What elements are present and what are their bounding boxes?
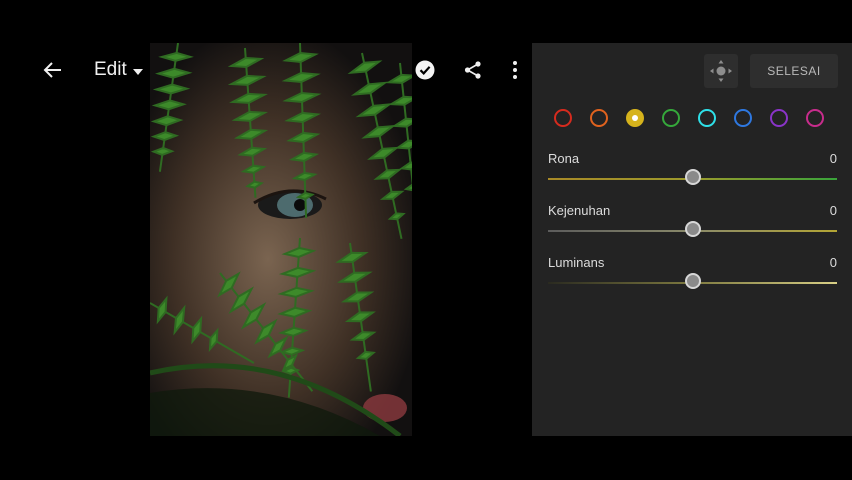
color-swatch-red[interactable] [554, 109, 572, 127]
more-vertical-icon [513, 61, 517, 79]
slider-value: 0 [829, 203, 837, 218]
targeted-adjust-button[interactable] [704, 54, 738, 88]
color-swatch-aqua[interactable] [698, 109, 716, 127]
color-swatch-row [554, 107, 844, 129]
color-swatch-yellow[interactable] [626, 109, 644, 127]
edit-mode-dropdown[interactable]: Edit [94, 44, 150, 96]
color-swatch-blue[interactable] [734, 109, 752, 127]
more-options-button[interactable] [500, 44, 530, 96]
fern-face-photo [150, 43, 412, 436]
color-swatch-orange[interactable] [590, 109, 608, 127]
apply-button[interactable] [410, 44, 440, 96]
edit-mode-label: Edit [94, 59, 127, 80]
target-adjust-icon [710, 60, 732, 82]
back-button[interactable] [38, 44, 68, 96]
caret-down-icon [132, 68, 143, 75]
color-swatch-magenta[interactable] [806, 109, 824, 127]
slider-label: Rona [548, 151, 580, 166]
share-icon [464, 61, 481, 79]
slider-value: 0 [829, 151, 837, 166]
slider-thumb[interactable] [684, 273, 701, 289]
check-circle-icon [415, 60, 435, 80]
share-button[interactable] [458, 44, 488, 96]
slider-value: 0 [829, 255, 837, 270]
panel-header: SELESAI [532, 43, 852, 99]
color-swatch-purple[interactable] [770, 109, 788, 127]
photo-canvas[interactable] [150, 43, 412, 436]
slider-thumb[interactable] [684, 221, 701, 237]
color-adjust-panel: SELESAI Rona 0 Kejenuhan 0 Luminans 0 [532, 43, 852, 436]
slider-hue: Rona 0 [548, 151, 837, 191]
arrow-left-icon [43, 62, 61, 78]
done-button[interactable]: SELESAI [750, 54, 838, 88]
slider-saturation: Kejenuhan 0 [548, 203, 837, 243]
slider-luminance: Luminans 0 [548, 255, 837, 295]
color-swatch-green[interactable] [662, 109, 680, 127]
slider-thumb[interactable] [684, 169, 701, 185]
slider-label: Kejenuhan [548, 203, 611, 218]
slider-label: Luminans [548, 255, 605, 270]
